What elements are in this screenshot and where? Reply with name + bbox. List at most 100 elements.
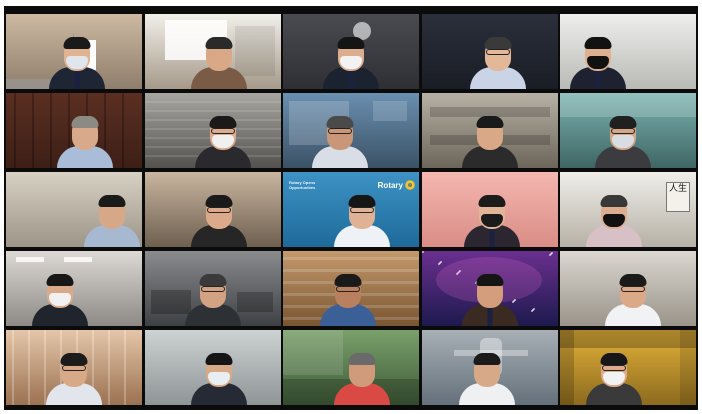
participant-hair (199, 274, 226, 286)
participant-hair (584, 37, 612, 49)
participant-hair (348, 353, 376, 365)
participant-person (56, 104, 113, 168)
participant-hair (478, 195, 506, 207)
participant-person (323, 25, 379, 89)
necktie (487, 308, 492, 326)
star (548, 254, 551, 256)
participant-video-tile-3[interactable] (283, 14, 419, 89)
participant-hair (326, 116, 354, 128)
participant-person (333, 183, 390, 247)
participant-person (586, 341, 643, 405)
participant-video-tile-24[interactable] (421, 330, 558, 405)
participant-person (333, 341, 390, 405)
participant-video-tile-25[interactable] (560, 330, 696, 405)
necktie (595, 71, 601, 89)
participant-person (458, 341, 515, 405)
participant-video-tile-10[interactable] (560, 93, 696, 168)
participant-hair (63, 37, 91, 49)
panel-seam (32, 93, 34, 168)
participant-person (461, 104, 518, 168)
participant-video-tile-14[interactable] (421, 172, 558, 247)
necktie (74, 71, 80, 89)
participant-person (84, 183, 141, 247)
participant-video-tile-5[interactable] (560, 14, 696, 89)
participant-hair (619, 274, 647, 286)
participant-video-tile-17[interactable] (144, 251, 281, 326)
participant-person (605, 262, 662, 326)
participant-video-tile-20[interactable] (560, 251, 696, 326)
participant-video-tile-19[interactable] (421, 251, 558, 326)
participant-video-tile-15[interactable]: 人生 (560, 172, 696, 247)
participant-video-tile-13[interactable]: Rotary Opens Opportunities Rotary (283, 172, 419, 247)
eyeglasses (200, 286, 225, 292)
participant-person (320, 262, 377, 326)
participant-video-tile-7[interactable] (144, 93, 281, 168)
eyeglasses (62, 365, 86, 371)
participant-hair (476, 274, 503, 286)
participant-person (570, 25, 627, 89)
participant-video-tile-18[interactable] (283, 251, 419, 326)
podium-edge (6, 79, 51, 89)
participant-person (312, 104, 369, 168)
participant-hair (205, 195, 233, 207)
participant-hair (476, 116, 503, 128)
star (530, 310, 533, 312)
participant-person (464, 183, 521, 247)
eyeglasses (621, 286, 646, 292)
participant-person (461, 262, 518, 326)
participant-person (191, 183, 248, 247)
participant-person (46, 341, 102, 405)
participant-hair (348, 195, 376, 207)
star (421, 251, 424, 253)
participant-person (32, 262, 89, 326)
participant-hair (473, 353, 501, 365)
shoji-frame (28, 330, 30, 405)
eyeglasses (610, 128, 635, 134)
participant-hair (600, 353, 628, 365)
participant-hair (98, 195, 126, 207)
participant-hair (600, 195, 628, 207)
participant-hair (46, 274, 74, 286)
car-window (680, 330, 696, 405)
frame (373, 101, 407, 121)
participant-hair (205, 37, 233, 49)
participant-video-tile-16[interactable] (6, 251, 142, 326)
participant-hair (337, 37, 365, 49)
meeting-window: Rotary Opens Opportunities Rotary 人生 (4, 6, 698, 410)
participant-person (195, 104, 252, 168)
participant-video-tile-21[interactable] (6, 330, 142, 405)
participant-video-tile-1[interactable] (6, 14, 142, 89)
eyeglasses (602, 365, 627, 371)
participant-hair (71, 116, 99, 128)
wood-plank (283, 257, 419, 260)
participant-video-tile-23[interactable] (283, 330, 419, 405)
shoji-frame (124, 330, 126, 405)
eyeglasses (328, 128, 353, 134)
participant-video-tile-12[interactable] (144, 172, 281, 247)
shoji-frame (108, 330, 110, 405)
participant-hair (609, 116, 637, 128)
chair (236, 292, 273, 312)
eyeglasses (349, 207, 374, 213)
participant-video-tile-11[interactable] (6, 172, 142, 247)
participant-video-tile-4[interactable] (421, 14, 558, 89)
participant-video-tile-8[interactable] (283, 93, 419, 168)
video-conference-screenshot: Rotary Opens Opportunities Rotary 人生 (0, 0, 702, 414)
participant-person (48, 25, 105, 89)
eyeglasses (207, 207, 232, 213)
eyeglasses (485, 49, 510, 55)
calligraphy-sign: 人生 (666, 182, 690, 212)
participant-person (184, 262, 241, 326)
participant-gallery-grid: Rotary Opens Opportunities Rotary 人生 (6, 14, 696, 408)
participant-video-tile-22[interactable] (144, 330, 281, 405)
participant-video-tile-6[interactable] (6, 93, 142, 168)
necktie (489, 229, 495, 247)
participant-person (191, 25, 248, 89)
car-pillar (560, 330, 574, 405)
panel-seam (14, 93, 16, 168)
participant-hair (209, 116, 237, 128)
participant-video-tile-2[interactable] (144, 14, 281, 89)
participant-video-tile-9[interactable] (421, 93, 558, 168)
eyeglasses (336, 286, 361, 292)
rotary-wheel-icon (405, 180, 415, 190)
